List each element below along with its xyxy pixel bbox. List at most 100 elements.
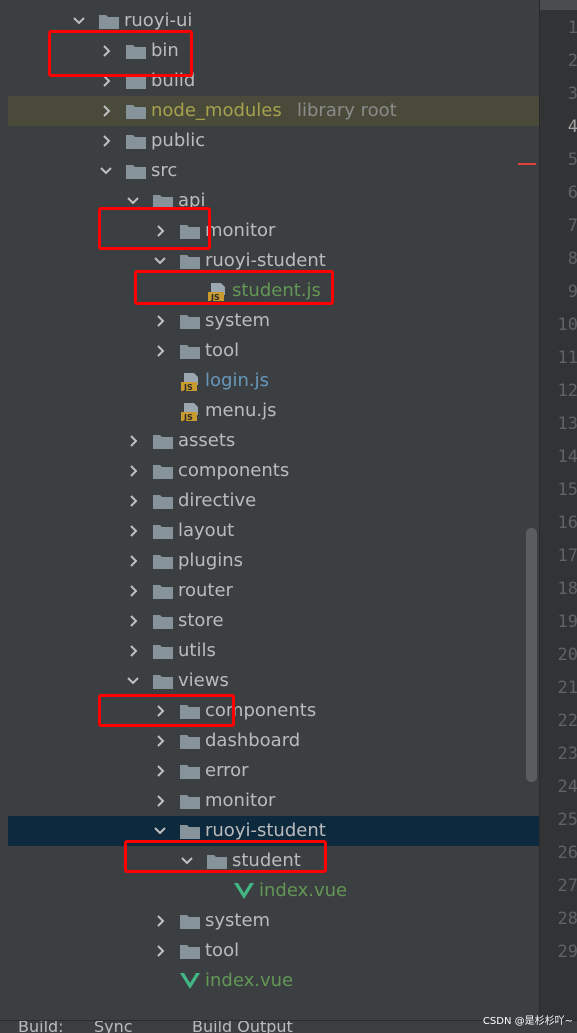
chevron-down-icon[interactable]: [153, 816, 167, 846]
tree-scrollbar[interactable]: [526, 528, 537, 782]
chevron-right-icon[interactable]: [126, 486, 140, 516]
tree-row[interactable]: src: [8, 156, 539, 186]
tree-item-label: menu.js: [205, 400, 277, 421]
chevron-right-icon[interactable]: [126, 456, 140, 486]
folder-icon: [125, 126, 147, 156]
tree-row[interactable]: ruoyi-student: [8, 246, 539, 276]
chevron-right-icon[interactable]: [153, 936, 167, 966]
chevron-down-icon[interactable]: [126, 666, 140, 696]
tree-row[interactable]: system: [8, 306, 539, 336]
chevron-right-icon[interactable]: [126, 636, 140, 666]
chevron-right-icon[interactable]: [153, 786, 167, 816]
tree-row[interactable]: index.vue: [8, 966, 539, 996]
tree-row[interactable]: monitor: [8, 216, 539, 246]
line-number: 16: [557, 513, 577, 533]
chevron-right-icon[interactable]: [153, 216, 167, 246]
chevron-right-icon[interactable]: [126, 426, 140, 456]
build-output-tab[interactable]: Build Output: [192, 1021, 293, 1033]
line-number: 19: [557, 612, 577, 632]
chevron-down-icon[interactable]: [99, 156, 113, 186]
chevron-down-icon[interactable]: [153, 246, 167, 276]
chevron-down-icon[interactable]: [72, 6, 86, 36]
tree-row[interactable]: utils: [8, 636, 539, 666]
tree-item-label: tool: [205, 340, 240, 361]
chevron-right-icon[interactable]: [99, 96, 113, 126]
tree-row[interactable]: build: [8, 66, 539, 96]
tree-item-label: student: [232, 850, 301, 871]
folder-icon: [125, 96, 147, 126]
tree-item-label: ruoyi-student: [205, 250, 326, 271]
chevron-right-icon[interactable]: [99, 126, 113, 156]
tree-item-label: components: [205, 700, 317, 721]
chevron-right-icon[interactable]: [153, 726, 167, 756]
tree-row[interactable]: bin: [8, 36, 539, 66]
line-number: 4: [567, 117, 577, 137]
chevron-right-icon[interactable]: [126, 546, 140, 576]
watermark: CSDN @是杉杉吖~: [482, 1016, 573, 1027]
line-number: 3: [567, 84, 577, 104]
tree-row[interactable]: layout: [8, 516, 539, 546]
build-tab-label[interactable]: Build:: [18, 1021, 64, 1033]
tree-item-label: components: [178, 460, 290, 481]
sync-tab[interactable]: Sync: [94, 1021, 133, 1033]
tree-row[interactable]: api: [8, 186, 539, 216]
tree-item-label: public: [151, 130, 206, 151]
tree-row[interactable]: ruoyi-ui: [8, 6, 539, 36]
tree-row[interactable]: components: [8, 696, 539, 726]
tree-row[interactable]: monitor: [8, 786, 539, 816]
chevron-right-icon[interactable]: [153, 336, 167, 366]
tree-row[interactable]: student: [8, 846, 539, 876]
tree-row[interactable]: error: [8, 756, 539, 786]
vue-file-icon: [179, 966, 201, 996]
tree-row[interactable]: system: [8, 906, 539, 936]
line-number: 15: [557, 480, 577, 500]
tree-item-label: bin: [151, 40, 179, 61]
chevron-right-icon[interactable]: [153, 906, 167, 936]
tree-row[interactable]: directive: [8, 486, 539, 516]
tree-row[interactable]: tool: [8, 936, 539, 966]
editor-tab-strip: [540, 0, 577, 10]
tree-row[interactable]: public: [8, 126, 539, 156]
tree-item-label: node_modules: [151, 100, 282, 121]
tree-row[interactable]: router: [8, 576, 539, 606]
tree-item-label: student.js: [232, 280, 321, 301]
tree-row[interactable]: views: [8, 666, 539, 696]
line-number: 7: [567, 216, 577, 236]
editor-gutter: 1 2 3 4 5 6 7 8 9 10 11 12 13 14 15 16 17 18 19 20 21 22 23 24 2…: [539, 0, 577, 1020]
tree-row[interactable]: plugins: [8, 546, 539, 576]
chevron-right-icon[interactable]: [126, 606, 140, 636]
chevron-down-icon[interactable]: [126, 186, 140, 216]
line-number: 24: [557, 777, 577, 797]
vue-file-icon: [233, 876, 255, 906]
folder-icon: [152, 636, 174, 666]
line-number: 17: [557, 546, 577, 566]
chevron-right-icon[interactable]: [153, 756, 167, 786]
chevron-right-icon[interactable]: [99, 36, 113, 66]
tree-item-label: store: [178, 610, 224, 631]
tree-item-label: ruoyi-ui: [124, 10, 193, 31]
tree-row[interactable]: assets: [8, 426, 539, 456]
line-number: 5: [567, 150, 577, 170]
tree-row[interactable]: JS menu.js: [8, 396, 539, 426]
tree-row[interactable]: dashboard: [8, 726, 539, 756]
tree-row[interactable]: store: [8, 606, 539, 636]
tree-row[interactable]: ruoyi-student: [8, 816, 539, 846]
tree-row[interactable]: components: [8, 456, 539, 486]
chevron-right-icon[interactable]: [99, 66, 113, 96]
tree-item-label: utils: [178, 640, 216, 661]
chevron-right-icon[interactable]: [153, 306, 167, 336]
chevron-right-icon[interactable]: [126, 516, 140, 546]
chevron-right-icon[interactable]: [126, 576, 140, 606]
tree-row[interactable]: JS student.js: [8, 276, 539, 306]
tree-item-label: ruoyi-student: [205, 820, 326, 841]
tree-row[interactable]: tool: [8, 336, 539, 366]
tree-row[interactable]: index.vue: [8, 876, 539, 906]
chevron-right-icon[interactable]: [153, 696, 167, 726]
chevron-down-icon[interactable]: [180, 846, 194, 876]
project-tree[interactable]: mpom.xmlruoyi-uibinbuildnode_moduleslibr…: [0, 0, 539, 1020]
tree-item-label: views: [178, 670, 229, 691]
tree-row[interactable]: JS login.js: [8, 366, 539, 396]
folder-icon: [125, 36, 147, 66]
tree-row[interactable]: node_modules library root: [8, 96, 539, 126]
folder-icon: [152, 516, 174, 546]
